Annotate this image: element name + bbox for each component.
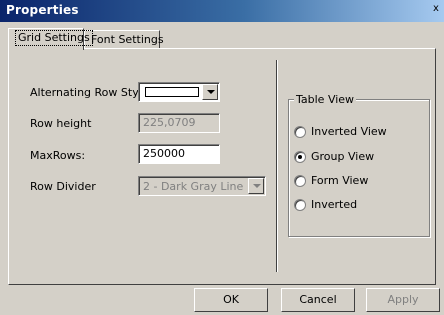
apply-button: Apply bbox=[366, 288, 440, 312]
window-title: Properties bbox=[6, 3, 79, 17]
ok-button[interactable]: OK bbox=[194, 288, 268, 312]
row-divider-value: 2 - Dark Gray Line bbox=[143, 180, 244, 193]
alternating-row-style-select[interactable] bbox=[138, 82, 220, 102]
radio-label: Form View bbox=[311, 174, 369, 187]
chevron-down-icon bbox=[248, 178, 264, 194]
alternating-row-style-label: Alternating Row Style: bbox=[30, 86, 153, 99]
properties-dialog: Grid Settings Font Settings Alternating … bbox=[0, 22, 444, 315]
row-divider-label: Row Divider bbox=[30, 180, 96, 193]
radio-button[interactable] bbox=[294, 175, 306, 187]
radio-button[interactable] bbox=[294, 199, 306, 211]
tab-font-settings[interactable]: Font Settings bbox=[84, 30, 164, 48]
row-divider-select: 2 - Dark Gray Line bbox=[138, 176, 266, 196]
row-style-swatch bbox=[145, 87, 199, 97]
vertical-divider bbox=[276, 60, 278, 272]
tab-font-settings-label: Font Settings bbox=[91, 33, 164, 46]
row-height-field: 225,0709 bbox=[138, 113, 220, 133]
row-height-label: Row height bbox=[30, 117, 92, 130]
table-view-title: Table View bbox=[294, 93, 357, 106]
close-icon[interactable]: x bbox=[430, 4, 442, 16]
max-rows-field[interactable]: 250000 bbox=[138, 144, 220, 164]
radio-button-selected[interactable] bbox=[294, 151, 306, 163]
table-view-group bbox=[288, 99, 430, 237]
max-rows-label: MaxRows: bbox=[30, 149, 86, 162]
chevron-down-icon[interactable] bbox=[202, 84, 218, 100]
radio-label: Inverted bbox=[311, 198, 358, 211]
radio-label: Inverted View bbox=[311, 125, 387, 138]
radio-label: Group View bbox=[311, 150, 375, 163]
title-bar[interactable]: Properties x bbox=[0, 0, 444, 22]
tab-grid-settings[interactable]: Grid Settings bbox=[8, 28, 93, 50]
radio-button[interactable] bbox=[294, 126, 306, 138]
tab-grid-settings-label: Grid Settings bbox=[15, 30, 93, 46]
cancel-button[interactable]: Cancel bbox=[281, 288, 355, 312]
